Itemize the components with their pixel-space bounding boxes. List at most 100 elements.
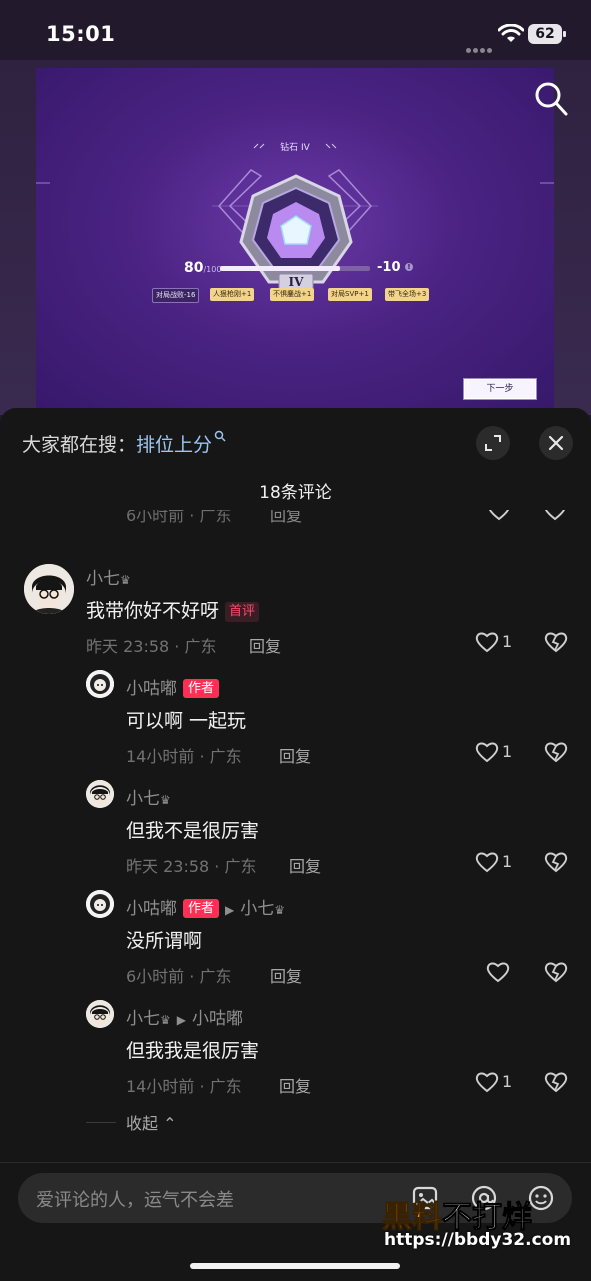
- video-frame[interactable]: 钻石 IV IV 80/100 -10 ! 对局战败-16 人狠枪刚+1 不惧鏖…: [36, 68, 554, 413]
- reply-button[interactable]: 回复: [279, 743, 311, 767]
- dislike-button[interactable]: [543, 960, 569, 986]
- heart-icon[interactable]: [486, 510, 512, 522]
- heart-icon: [475, 632, 499, 653]
- first-comment-badge: 首评: [225, 602, 260, 622]
- rank-progress-fill: [220, 266, 340, 271]
- comment-input-placeholder: 爱评论的人，运气不会差: [36, 1190, 234, 1211]
- comment-meta: 6小时前 · 广东: [126, 967, 232, 986]
- broken-heart-icon: [544, 632, 568, 653]
- avatar-image: [86, 890, 114, 918]
- reply-button[interactable]: 回复: [279, 1073, 311, 1097]
- tag-chip: 不惧鏖战+1: [270, 288, 315, 301]
- heart-icon: [475, 742, 499, 763]
- tag-chip: 对局战败-16: [152, 288, 200, 303]
- comment-text: 没所谓啊: [126, 930, 203, 952]
- reply-button[interactable]: 回复: [270, 510, 302, 526]
- comment-meta: 14小时前 · 广东: [126, 1077, 242, 1096]
- author-badge: 作者: [183, 679, 220, 698]
- like-count: 1: [502, 852, 513, 871]
- broken-heart-icon: [544, 1072, 568, 1093]
- reply-item: 小咕嘟 作者 可以啊 一起玩 14小时前 · 广东 回复 1: [0, 670, 591, 770]
- battery-icon: 62: [528, 24, 568, 44]
- dislike-button[interactable]: [543, 1070, 569, 1096]
- reply-to-user: 小七: [240, 899, 275, 919]
- close-button[interactable]: [539, 426, 573, 460]
- like-count: 1: [502, 742, 513, 761]
- comment-text: 但我我是很厉害: [126, 1040, 260, 1062]
- battery-level: 62: [528, 24, 562, 44]
- rank-points: 80/100: [184, 260, 222, 276]
- heart-icon: [475, 1072, 499, 1093]
- comment-username[interactable]: 小咕嘟 作者 ▶ 小七♛: [126, 894, 285, 919]
- reply-arrow-icon: ▶: [225, 903, 235, 917]
- comment-item: 小七♛ 我带你好不好呀 首评 昨天 23:58 · 广东 回复 1: [0, 560, 591, 660]
- search-icon[interactable]: [533, 80, 569, 118]
- comment-username[interactable]: 小七♛: [126, 784, 171, 809]
- like-button[interactable]: 1: [474, 740, 524, 766]
- comment-count-title: 18条评论: [259, 483, 332, 503]
- hot-search[interactable]: 大家都在搜：排位上分: [22, 430, 226, 457]
- heart-icon: [486, 962, 510, 983]
- heart-icon: [475, 852, 499, 873]
- comment-text: 但我不是很厉害: [126, 820, 260, 842]
- watermark-url: https://bbdy32.com: [384, 1230, 572, 1250]
- watermark: 黑料不打烊 https://bbdy32.com: [380, 1192, 580, 1252]
- comment-text: 我带你好不好呀 首评: [86, 596, 260, 623]
- like-count: 1: [502, 1072, 513, 1091]
- author-badge: 作者: [183, 899, 220, 918]
- avatar[interactable]: [86, 780, 114, 808]
- like-button[interactable]: 1: [474, 850, 524, 876]
- comment-username[interactable]: 小七♛ ▶ 小咕嘟: [126, 1004, 243, 1029]
- comment-username[interactable]: 小七♛: [86, 564, 131, 589]
- broken-heart-icon: [544, 962, 568, 983]
- reply-arrow-icon: ▶: [176, 1013, 186, 1027]
- hot-search-term[interactable]: 排位上分: [136, 434, 212, 456]
- dislike-button[interactable]: [543, 740, 569, 766]
- match-tags: 对局战败-16 人狠枪刚+1 不惧鏖战+1 对局SVP+1 带飞全场+3: [152, 288, 452, 304]
- divider: [86, 1122, 116, 1123]
- like-button[interactable]: 1: [474, 1070, 524, 1096]
- status-time: 15:01: [46, 22, 116, 46]
- expand-icon: [485, 435, 501, 451]
- tag-chip: 对局SVP+1: [328, 288, 372, 301]
- avatar[interactable]: [86, 890, 114, 918]
- avatar[interactable]: [24, 564, 74, 614]
- tag-chip: 带飞全场+3: [385, 288, 430, 301]
- comment-meta: 昨天 23:58 · 广东: [126, 857, 257, 876]
- comment-text: 可以啊 一起玩: [126, 710, 247, 732]
- dislike-button[interactable]: [543, 630, 569, 656]
- rank-progress: 80/100 -10 !: [184, 260, 414, 280]
- like-button[interactable]: 1: [474, 630, 524, 656]
- reply-item: 小七♛ ▶ 小咕嘟 但我我是很厉害 14小时前 · 广东 回复 1: [0, 1000, 591, 1100]
- dislike-button[interactable]: [543, 850, 569, 876]
- expand-button[interactable]: [476, 426, 510, 460]
- reply-item: 小咕嘟 作者 ▶ 小七♛ 没所谓啊 6小时前 · 广东 回复: [0, 890, 591, 990]
- avatar[interactable]: [86, 670, 114, 698]
- wifi-icon: [498, 24, 524, 42]
- reply-button[interactable]: 回复: [270, 963, 302, 987]
- chevron-up-icon: ⌃: [163, 1114, 177, 1133]
- home-indicator[interactable]: [190, 1263, 400, 1269]
- avatar[interactable]: [86, 1000, 114, 1028]
- comment-username[interactable]: 小咕嘟 作者: [126, 674, 220, 699]
- next-step-button: 下一步: [463, 378, 537, 400]
- reply-button[interactable]: 回复: [249, 633, 281, 657]
- tag-chip: 人狠枪刚+1: [210, 288, 255, 301]
- avatar-image: [86, 1000, 114, 1028]
- rank-title: 钻石 IV: [280, 143, 310, 153]
- like-button[interactable]: [485, 960, 535, 986]
- rank-emblem: IV: [239, 174, 353, 291]
- cutoff-comment-meta: 6小时前 · 广东 回复: [126, 510, 591, 530]
- collapse-replies-button[interactable]: 收起 ⌃: [126, 1110, 177, 1134]
- broken-heart-icon: [544, 852, 568, 873]
- close-icon: [548, 435, 564, 451]
- cellular-icon: [466, 38, 494, 53]
- rank-delta: -10 !: [377, 260, 414, 275]
- reply-button[interactable]: 回复: [289, 853, 321, 877]
- avatar-image: [86, 780, 114, 808]
- reply-to-user: 小咕嘟: [192, 1009, 243, 1029]
- avatar-image: [24, 564, 74, 614]
- avatar-image: [86, 670, 114, 698]
- search-icon: [214, 430, 226, 442]
- broken-heart-icon[interactable]: [542, 510, 568, 522]
